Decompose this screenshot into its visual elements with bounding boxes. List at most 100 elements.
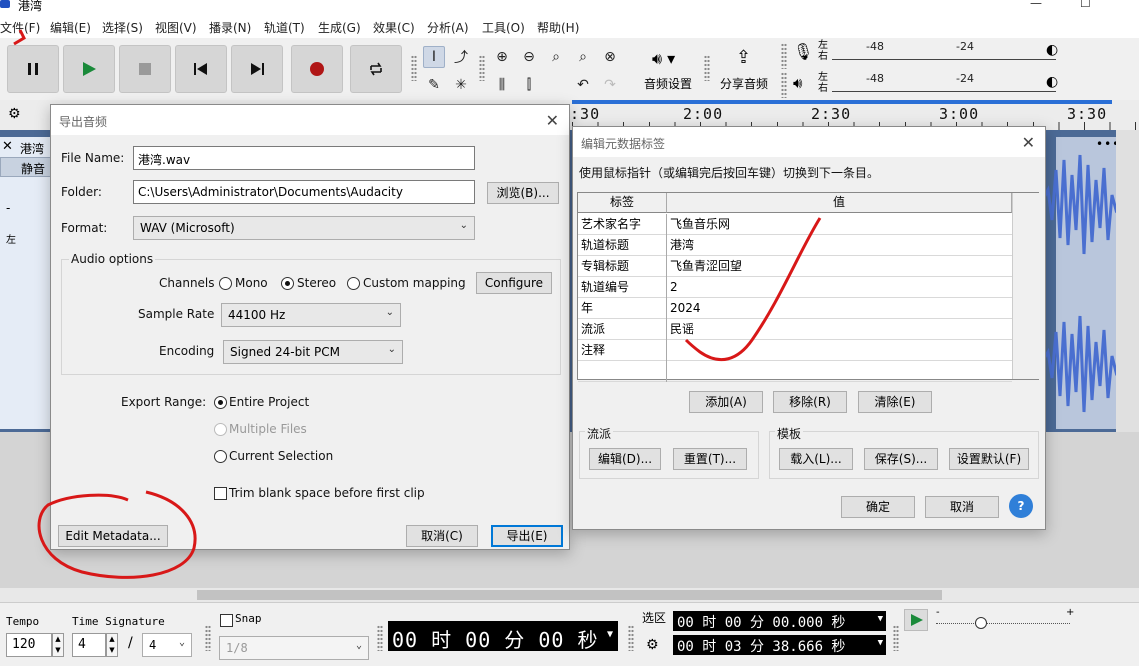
play-region-bar[interactable] bbox=[572, 100, 1112, 104]
snap-select[interactable]: 1/8 ⌄ bbox=[219, 636, 369, 660]
table-row[interactable] bbox=[578, 361, 1012, 382]
pause-button[interactable] bbox=[7, 45, 59, 93]
minimize-button[interactable]: — bbox=[1030, 0, 1042, 10]
stop-button[interactable] bbox=[119, 45, 171, 93]
menu-tools[interactable]: 工具(O) bbox=[482, 19, 525, 36]
trim-outside-button[interactable]: ⫼ bbox=[491, 74, 513, 96]
current-selection-radio[interactable] bbox=[214, 450, 227, 463]
play-button[interactable] bbox=[63, 45, 115, 93]
skip-start-button[interactable] bbox=[175, 45, 227, 93]
table-row[interactable]: 轨道编号 2 bbox=[578, 277, 1012, 298]
clear-button[interactable]: 清除(E) bbox=[858, 391, 932, 413]
multiple-files-radio[interactable] bbox=[214, 423, 227, 436]
tag-cell[interactable]: 流派 bbox=[578, 319, 667, 340]
remove-button[interactable]: 移除(R) bbox=[773, 391, 847, 413]
table-row[interactable]: 注释 bbox=[578, 340, 1012, 361]
tag-cell[interactable]: 艺术家名字 bbox=[578, 214, 667, 235]
silence-button[interactable]: ⫿ bbox=[518, 74, 540, 96]
tempo-stepper[interactable]: ▲ ▼ bbox=[52, 633, 64, 657]
share-audio-button[interactable]: ⇪ 分享音频 bbox=[716, 45, 774, 95]
table-row[interactable]: 流派 民谣 bbox=[578, 319, 1012, 340]
mute-button[interactable]: 静音 bbox=[0, 157, 52, 177]
value-cell[interactable] bbox=[667, 361, 1012, 382]
maximize-button[interactable]: ☐ bbox=[1080, 0, 1091, 10]
time-sig-numerator[interactable]: 4 bbox=[72, 633, 106, 657]
stereo-radio[interactable] bbox=[281, 277, 294, 290]
loop-button[interactable] bbox=[350, 45, 402, 93]
toolbar-grip[interactable] bbox=[628, 625, 634, 651]
folder-input[interactable]: C:\Users\Administrator\Documents\Audacit… bbox=[133, 180, 475, 204]
tag-cell[interactable] bbox=[578, 361, 667, 382]
save-template-button[interactable]: 保存(S)... bbox=[864, 448, 938, 470]
toolbar-grip[interactable] bbox=[704, 55, 710, 81]
menu-generate[interactable]: 生成(G) bbox=[318, 19, 361, 36]
zoom-out-button[interactable]: ⊖ bbox=[518, 46, 540, 68]
toolbar-grip[interactable] bbox=[377, 625, 383, 651]
menu-tracks[interactable]: 轨道(T) bbox=[264, 19, 305, 36]
value-cell[interactable]: 飞鱼青涩回望 bbox=[667, 256, 1012, 277]
browse-button[interactable]: 浏览(B)... bbox=[487, 182, 559, 204]
table-row[interactable]: 艺术家名字 飞鱼音乐网 bbox=[578, 214, 1012, 235]
value-cell[interactable]: 飞鱼音乐网 bbox=[667, 214, 1012, 235]
set-default-button[interactable]: 设置默认(F) bbox=[949, 448, 1029, 470]
export-button[interactable]: 导出(E) bbox=[491, 525, 563, 547]
play-at-speed-button[interactable] bbox=[904, 609, 928, 631]
audio-setup-button[interactable]: 🔊︎ ▾ 音频设置 bbox=[640, 45, 698, 95]
trim-blank-checkbox[interactable] bbox=[214, 487, 227, 500]
gain-slider[interactable]: - bbox=[6, 201, 10, 215]
position-time-display[interactable]: 00 时 00 分 00 秒 ▼ bbox=[388, 621, 618, 652]
table-row[interactable]: 年 2024 bbox=[578, 298, 1012, 319]
multi-tool-button[interactable]: ✳ bbox=[450, 74, 472, 96]
playback-speed-slider[interactable] bbox=[936, 623, 1070, 624]
timeline-settings-icon[interactable]: ⚙ bbox=[8, 106, 21, 122]
close-icon[interactable]: ✕ bbox=[546, 111, 559, 130]
genre-edit-button[interactable]: 编辑(D)... bbox=[589, 448, 661, 470]
cancel-button[interactable]: 取消 bbox=[925, 496, 999, 518]
draw-tool-button[interactable]: ✎ bbox=[423, 74, 445, 96]
record-button[interactable] bbox=[291, 45, 343, 93]
mono-radio[interactable] bbox=[219, 277, 232, 290]
fit-selection-button[interactable]: ⌕ bbox=[545, 46, 567, 68]
track-name[interactable]: 港湾 bbox=[20, 140, 44, 157]
value-cell[interactable]: 2024 bbox=[667, 298, 1012, 319]
speed-slider-thumb[interactable] bbox=[975, 617, 987, 629]
value-cell[interactable]: 港湾 bbox=[667, 235, 1012, 256]
menu-analyze[interactable]: 分析(A) bbox=[427, 19, 469, 36]
close-icon[interactable]: ✕ bbox=[1022, 133, 1035, 152]
toolbar-grip[interactable] bbox=[781, 72, 787, 98]
load-template-button[interactable]: 载入(L)... bbox=[779, 448, 853, 470]
table-row[interactable]: 轨道标题 港湾 bbox=[578, 235, 1012, 256]
redo-button[interactable]: ↷ bbox=[599, 74, 621, 96]
selection-tool-button[interactable]: I bbox=[423, 46, 445, 68]
selection-settings-icon[interactable]: ⚙ bbox=[646, 637, 659, 653]
menu-select[interactable]: 选择(S) bbox=[102, 19, 143, 36]
selection-start-display[interactable]: 00 时 00 分 00.000 秒 ▼ bbox=[673, 611, 886, 631]
sample-rate-select[interactable]: 44100 Hz ⌄ bbox=[221, 303, 401, 327]
help-button[interactable]: ? bbox=[1009, 494, 1033, 518]
zoom-in-button[interactable]: ⊕ bbox=[491, 46, 513, 68]
tag-cell[interactable]: 注释 bbox=[578, 340, 667, 361]
value-cell[interactable]: 民谣 bbox=[667, 319, 1012, 340]
value-cell[interactable]: 2 bbox=[667, 277, 1012, 298]
envelope-tool-button[interactable]: ⤴ bbox=[450, 46, 472, 68]
edit-metadata-button[interactable]: Edit Metadata... bbox=[58, 525, 168, 547]
tag-cell[interactable]: 专辑标题 bbox=[578, 256, 667, 277]
undo-button[interactable]: ↶ bbox=[572, 74, 594, 96]
cancel-button[interactable]: 取消(C) bbox=[406, 525, 478, 547]
record-meter[interactable]: -48 -24 bbox=[832, 40, 1056, 60]
add-button[interactable]: 添加(A) bbox=[689, 391, 763, 413]
menu-file[interactable]: 文件(F) bbox=[0, 19, 40, 36]
speaker-meter-icon[interactable]: 🔊︎ bbox=[793, 74, 802, 92]
metadata-table[interactable]: 标签 值 艺术家名字 飞鱼音乐网 轨道标题 港湾 专辑标题 飞鱼青涩回望 轨道编号 2 年 202… bbox=[577, 192, 1039, 382]
track-close-icon[interactable]: ✕ bbox=[2, 139, 13, 154]
time-sig-stepper[interactable]: ▲ ▼ bbox=[106, 633, 118, 657]
table-row[interactable]: 专辑标题 飞鱼青涩回望 bbox=[578, 256, 1012, 277]
custom-mapping-radio[interactable] bbox=[347, 277, 360, 290]
tag-cell[interactable]: 轨道编号 bbox=[578, 277, 667, 298]
zoom-toggle-button[interactable]: ⊗ bbox=[599, 46, 621, 68]
menu-edit[interactable]: 编辑(E) bbox=[50, 19, 91, 36]
entire-project-radio[interactable] bbox=[214, 396, 227, 409]
format-select[interactable]: WAV (Microsoft) ⌄ bbox=[133, 216, 475, 240]
microphone-icon[interactable]: 🎙︎ bbox=[793, 42, 813, 61]
tag-cell[interactable]: 轨道标题 bbox=[578, 235, 667, 256]
